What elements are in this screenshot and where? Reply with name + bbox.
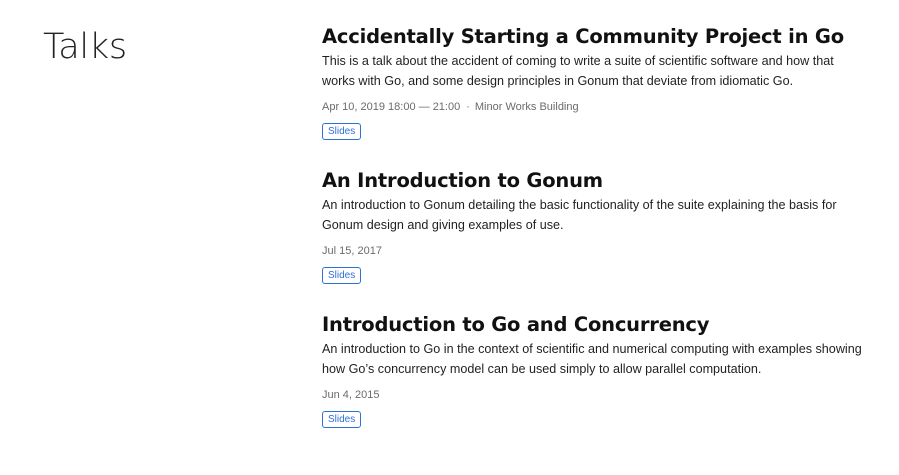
talk-date: Jun 4, 2015 <box>322 389 380 401</box>
talk-meta: Jul 15, 2017 <box>322 243 862 259</box>
slides-button[interactable]: Slides <box>322 123 362 140</box>
talk-title[interactable]: An Introduction to Gonum <box>322 168 862 194</box>
slides-button[interactable]: Slides <box>322 411 362 428</box>
talk-title[interactable]: Introduction to Go and Concurrency <box>322 312 862 338</box>
talk-list: Accidentally Starting a Community Projec… <box>322 24 862 456</box>
meta-separator: · <box>466 101 470 113</box>
talk-location: Minor Works Building <box>474 101 579 113</box>
talk-meta: Jun 4, 2015 <box>322 387 862 403</box>
talk-description: An introduction to Go in the context of … <box>322 342 862 376</box>
talk-description: This is a talk about the accident of com… <box>322 54 834 88</box>
talk-description: An introduction to Gonum detailing the b… <box>322 198 837 232</box>
slides-button[interactable]: Slides <box>322 267 362 284</box>
talk-item: Introduction to Go and Concurrency An in… <box>322 312 862 456</box>
talk-date: Apr 10, 2019 18:00 — 21:00 <box>322 101 461 113</box>
talk-item: Accidentally Starting a Community Projec… <box>322 24 862 168</box>
page-title: Talks <box>43 27 127 67</box>
talk-item: An Introduction to Gonum An introduction… <box>322 168 862 312</box>
talk-meta: Apr 10, 2019 18:00 — 21:00 · Minor Works B… <box>322 99 862 115</box>
talk-date: Jul 15, 2017 <box>322 245 382 257</box>
talk-title[interactable]: Accidentally Starting a Community Projec… <box>322 24 862 50</box>
